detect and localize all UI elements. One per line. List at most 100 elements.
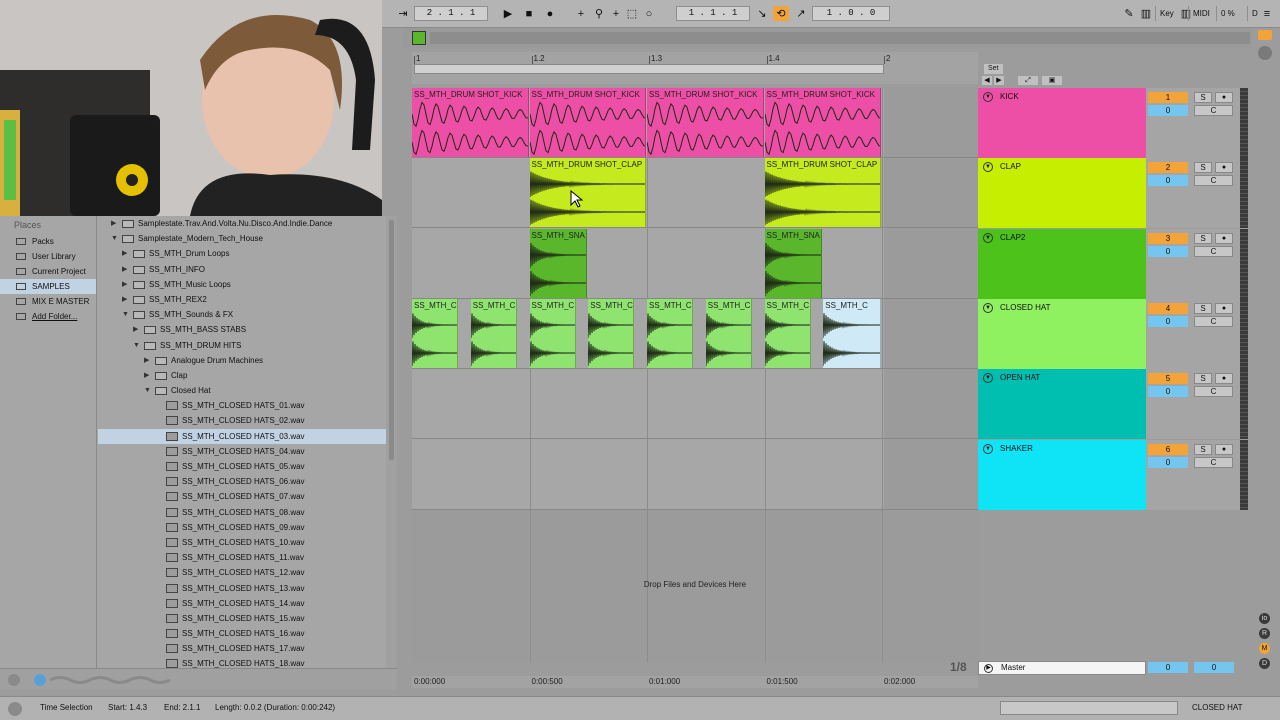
arm-record-icon[interactable]: ● — [1215, 302, 1233, 314]
place-item[interactable]: Packs — [0, 234, 96, 249]
expand-icon[interactable]: ⤢ — [1018, 76, 1038, 85]
loop-brace[interactable] — [414, 64, 884, 74]
track-header[interactable]: ▼ CLAP2 3 S ● 0 C — [978, 228, 1248, 299]
browser-file-item[interactable]: SS_MTH_CLOSED HATS_04.wav — [98, 444, 386, 459]
follow-icon[interactable]: ⇥ — [395, 6, 411, 21]
master-fold-icon[interactable]: ▶ — [984, 664, 993, 673]
raw-preview-icon[interactable] — [34, 674, 46, 686]
browser-folder-item[interactable]: ▶ Clap — [98, 368, 386, 383]
track-name-area[interactable]: ▼ KICK — [978, 88, 1146, 158]
master-volume-b[interactable]: 0 — [1194, 662, 1234, 673]
chevron-right-icon[interactable]: ▶ — [122, 277, 130, 292]
browser-folder-item[interactable]: ▶ SS_MTH_Drum Loops — [98, 246, 386, 261]
track-fold-icon[interactable]: ▼ — [983, 302, 993, 313]
device-overview[interactable] — [1000, 701, 1178, 715]
chevron-right-icon[interactable]: ▶ — [133, 322, 141, 337]
master-track[interactable]: ▶ Master 0 0 — [978, 661, 1248, 675]
browser-file-item[interactable]: SS_MTH_CLOSED HATS_05.wav — [98, 459, 386, 474]
audio-clip[interactable]: SS_MTH_C — [764, 298, 811, 368]
track-header[interactable]: ▼ KICK 1 S ● 0 C — [978, 88, 1248, 158]
pan-center-button[interactable]: C — [1194, 245, 1233, 257]
browser-file-item[interactable]: SS_MTH_CLOSED HATS_12.wav — [98, 565, 386, 580]
solo-button[interactable]: S — [1194, 162, 1212, 174]
pan-center-button[interactable]: C — [1194, 386, 1233, 398]
next-locator-icon[interactable]: ▶ — [994, 76, 1004, 85]
track-volume-field[interactable]: 0 — [1148, 245, 1188, 257]
track-fold-icon[interactable]: ▼ — [983, 232, 993, 243]
audio-clip[interactable]: SS_MTH_C — [588, 298, 635, 368]
audio-clip[interactable]: SS_MTH_C — [647, 298, 693, 368]
arrangement-lane[interactable] — [412, 229, 978, 299]
arm-record-icon[interactable]: ● — [1215, 162, 1233, 174]
track-activator-button[interactable]: 4 — [1148, 302, 1188, 314]
punch-out-icon[interactable]: ↗ — [793, 6, 809, 21]
solo-button[interactable]: S — [1194, 92, 1212, 103]
chevron-down-icon[interactable]: ▼ — [122, 307, 130, 322]
re-enable-automation-icon[interactable]: + — [608, 6, 624, 21]
place-item[interactable]: SAMPLES — [0, 279, 96, 294]
pan-center-button[interactable]: C — [1194, 456, 1233, 468]
return-tracks-icon[interactable]: R — [1259, 628, 1270, 639]
arrangement-lane[interactable] — [412, 158, 978, 229]
session-record-icon[interactable]: ○ — [641, 6, 657, 21]
track-header[interactable]: ▼ CLAP 2 S ● 0 C — [978, 158, 1248, 229]
browser-file-item[interactable]: SS_MTH_CLOSED HATS_07.wav — [98, 489, 386, 504]
delay-toggle-icon[interactable]: D — [1259, 658, 1270, 669]
browser-scrollbar[interactable] — [386, 216, 397, 668]
browser-file-item[interactable]: SS_MTH_CLOSED HATS_16.wav — [98, 626, 386, 641]
stop-button[interactable]: ■ — [521, 6, 537, 21]
browser-file-item[interactable]: SS_MTH_CLOSED HATS_17.wav — [98, 641, 386, 656]
mixer-toggle-icon[interactable]: M — [1259, 643, 1270, 654]
track-fold-icon[interactable]: ▼ — [983, 162, 993, 173]
browser-folder-item[interactable]: ▶ SS_MTH_BASS STABS — [98, 322, 386, 337]
io-toggle-icon[interactable]: io — [1259, 613, 1270, 624]
audio-clip[interactable]: SS_MTH_DRUM SHOT_CLAP — [529, 158, 646, 228]
track-name-area[interactable]: ▼ SHAKER — [978, 439, 1146, 510]
browser-file-item[interactable]: SS_MTH_CLOSED HATS_02.wav — [98, 413, 386, 428]
track-volume-field[interactable]: 0 — [1148, 175, 1188, 187]
track-fold-icon[interactable]: ▼ — [983, 92, 993, 102]
pan-center-button[interactable]: C — [1194, 175, 1233, 187]
track-name-area[interactable]: ▼ CLOSED HAT — [978, 298, 1146, 369]
place-item[interactable]: MIX E MASTER — [0, 294, 96, 309]
browser-folder-item[interactable]: ▼ SS_MTH_Sounds & FX — [98, 307, 386, 322]
drop-zone-text[interactable]: Drop Files and Devices Here — [412, 580, 978, 589]
solo-button[interactable]: S — [1194, 302, 1212, 314]
browser-file-item[interactable]: SS_MTH_CLOSED HATS_18.wav — [98, 656, 386, 668]
audio-clip[interactable]: SS_MTH_DRUM SHOT_KICK — [529, 88, 646, 157]
track-fold-icon[interactable]: ▼ — [983, 443, 993, 454]
track-volume-field[interactable]: 0 — [1148, 386, 1188, 398]
browser-file-item[interactable]: SS_MTH_CLOSED HATS_03.wav — [98, 428, 386, 444]
chevron-down-icon[interactable]: ▼ — [133, 338, 141, 353]
audio-clip[interactable]: SS_MTH_DRUM SHOT_KICK — [412, 88, 529, 157]
audio-clip[interactable]: SS_MTH_DRUM SHOT_KICK — [764, 88, 881, 157]
master-name-box[interactable]: ▶ Master — [978, 661, 1146, 675]
track-header[interactable]: ▼ SHAKER 6 S ● 0 C — [978, 439, 1248, 510]
track-header[interactable]: ▼ OPEN HAT 5 S ● 0 C — [978, 369, 1248, 440]
chevron-down-icon[interactable]: ▼ — [144, 383, 152, 398]
preview-toggle-icon[interactable] — [8, 674, 20, 686]
master-volume-a[interactable]: 0 — [1148, 662, 1188, 673]
punch-in-icon[interactable]: ↘ — [754, 6, 770, 21]
computer-keyboard-icon[interactable]: ▥ — [1138, 6, 1154, 21]
browser-folder-item[interactable]: ▼ SS_MTH_DRUM HITS — [98, 338, 386, 353]
audio-clip[interactable]: SS_MTH_SNA — [529, 228, 588, 298]
audio-clip[interactable]: SS_MTH_C — [823, 298, 881, 368]
chevron-right-icon[interactable]: ▶ — [144, 368, 152, 383]
browser-file-item[interactable]: SS_MTH_CLOSED HATS_13.wav — [98, 581, 386, 596]
audio-clip[interactable]: SS_MTH_C — [705, 298, 752, 368]
browser-file-item[interactable]: SS_MTH_CLOSED HATS_15.wav — [98, 611, 386, 626]
arrangement-view-icon[interactable] — [1258, 46, 1272, 60]
arm-record-icon[interactable]: ● — [1215, 232, 1233, 244]
track-volume-field[interactable]: 0 — [1148, 456, 1188, 468]
browser-file-item[interactable]: SS_MTH_CLOSED HATS_11.wav — [98, 550, 386, 565]
key-map-button[interactable]: Key — [1155, 6, 1178, 21]
browser-folder-item[interactable]: ▶ SS_MTH_INFO — [98, 262, 386, 277]
prev-locator-icon[interactable]: ◀ — [982, 76, 992, 85]
track-activator-button[interactable]: 1 — [1148, 92, 1188, 103]
arrangement-overview[interactable] — [402, 28, 1252, 48]
arrangement-lane[interactable] — [412, 369, 978, 440]
track-name-area[interactable]: ▼ CLAP2 — [978, 228, 1146, 299]
pan-center-button[interactable]: C — [1194, 105, 1233, 116]
arrangement-position-field[interactable]: 2 . 1 . 1 — [414, 6, 488, 21]
